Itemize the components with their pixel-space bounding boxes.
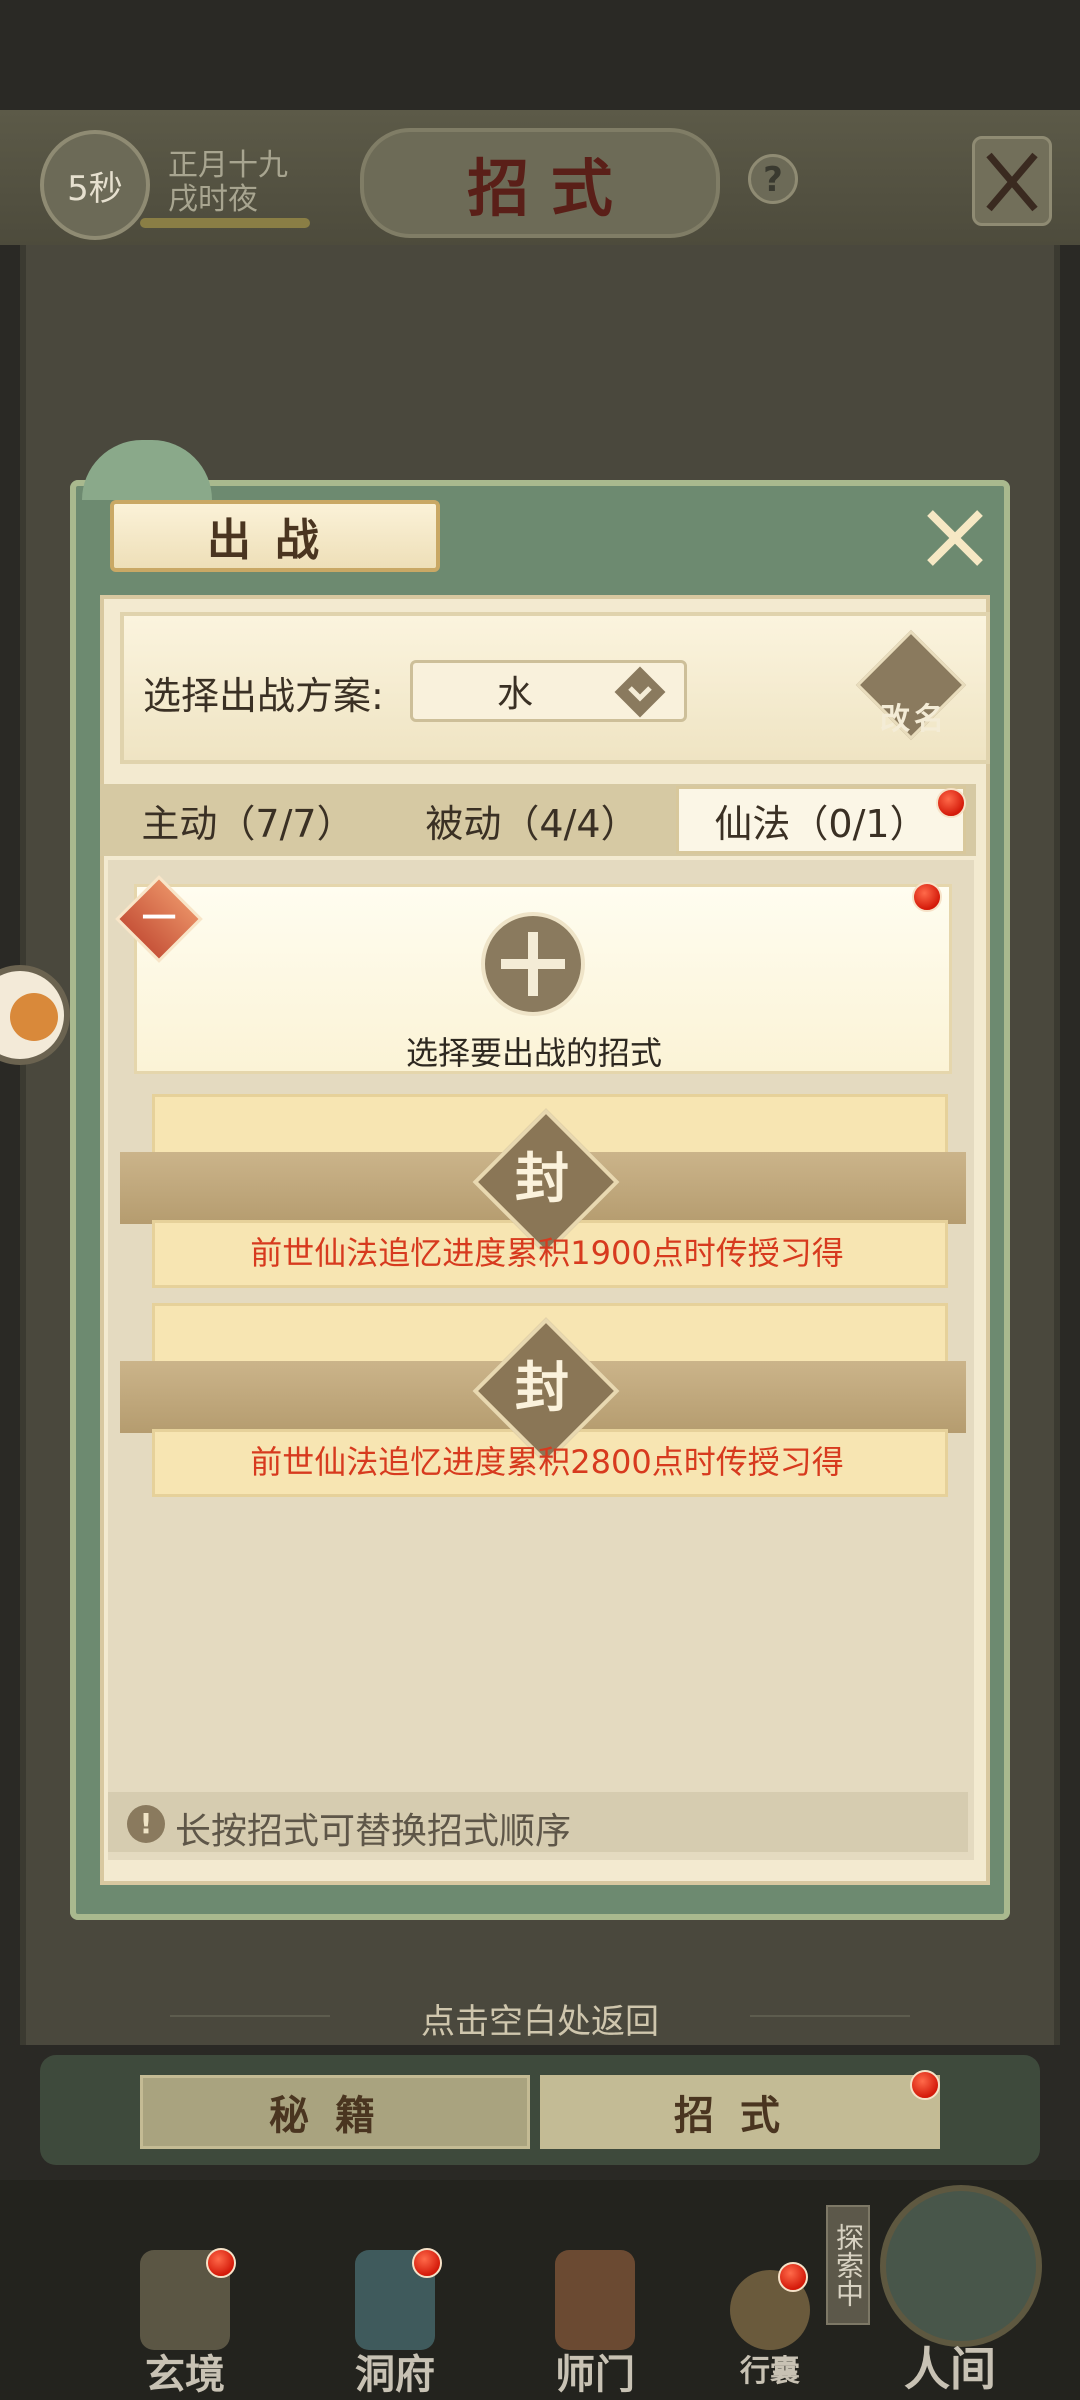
tab-immortal-arts-label: 仙法（0/1）	[714, 801, 928, 846]
date-line-2: 戌时夜	[168, 182, 258, 217]
slot-number: 一	[142, 899, 176, 939]
nav-label: 师门	[555, 2351, 635, 2398]
timer-circle: 5秒	[40, 130, 150, 240]
tab-passive-skills-label: 被动（4/4）	[425, 801, 639, 846]
notification-dot	[910, 2070, 940, 2100]
help-icon[interactable]: ?	[748, 154, 798, 204]
tab-passive-skills[interactable]: 被动（4/4）	[392, 786, 672, 854]
unlock-condition: 前世仙法追忆进度累积1900点时传授习得	[250, 1234, 844, 1272]
nav-item-dongfu[interactable]: 洞府	[320, 2230, 470, 2400]
rename-label-1: 改	[880, 702, 910, 737]
tab-active-skills[interactable]: 主动（7/7）	[108, 786, 388, 854]
slot-prompt: 选择要出战的招式	[405, 1034, 662, 1072]
plan-value: 水	[496, 674, 533, 715]
nav-item-xuanjing[interactable]: 玄境	[110, 2230, 260, 2400]
scroll-icon	[855, 629, 967, 741]
chevron-down-icon	[612, 664, 668, 720]
return-hint[interactable]: 点击空白处返回	[340, 1994, 740, 2043]
page-title-plate: 招 式	[360, 128, 720, 238]
rename-button[interactable]: 改 名	[855, 629, 967, 741]
add-skill-icon[interactable]	[481, 912, 585, 1016]
rename-label-2: 名	[914, 702, 944, 737]
timer-text: 5秒	[67, 168, 123, 209]
paw-icon	[10, 993, 58, 1041]
hint-text: 长按招式可替换招式顺序	[175, 1811, 572, 1852]
tab-active-skills-label: 主动（7/7）	[141, 801, 355, 846]
notification-dot	[912, 882, 942, 912]
crossed-swords-icon[interactable]	[972, 136, 1052, 226]
nav-item-shimen[interactable]: 师门	[520, 2230, 670, 2400]
help-icon-glyph: ?	[763, 160, 783, 200]
notification-dot	[778, 2262, 808, 2292]
seal-text: 封	[515, 1355, 569, 1419]
locked-slot-card: 封 前世仙法追忆进度累积1900点时传授习得	[120, 1094, 966, 1288]
tab-manuals[interactable]: 秘籍	[140, 2075, 530, 2149]
plan-label: 选择出战方案:	[143, 674, 384, 718]
tab-moves-label: 招式	[674, 2092, 806, 2139]
world-mountain-icon	[880, 2185, 1042, 2347]
page-title: 招 式	[467, 152, 613, 225]
nav-label: 玄境	[145, 2351, 225, 2398]
tab-moves[interactable]: 招式	[540, 2075, 940, 2149]
banner-icon	[555, 2250, 635, 2350]
nav-label: 洞府	[355, 2351, 435, 2398]
close-icon[interactable]	[922, 505, 988, 571]
unlock-condition: 前世仙法追忆进度累积2800点时传授习得	[250, 1443, 844, 1481]
nav-label: 行囊	[740, 2354, 800, 2389]
nav-item-xingnang[interactable]: 行囊	[705, 2250, 835, 2400]
info-icon: !	[127, 1805, 165, 1843]
nav-label: 人间	[904, 2342, 996, 2396]
return-divider-left	[170, 2015, 330, 2017]
modal-title: 出战	[110, 500, 440, 572]
tab-immortal-arts[interactable]: 仙法（0/1）	[676, 786, 966, 854]
tab-manuals-label: 秘籍	[269, 2092, 401, 2139]
notification-dot	[936, 788, 966, 818]
nav-item-renjian[interactable]: 人间	[850, 2165, 1050, 2400]
seal-text: 封	[515, 1146, 569, 1210]
time-progress-bar	[140, 218, 310, 228]
return-divider-right	[750, 2015, 910, 2017]
notification-dot	[206, 2248, 236, 2278]
locked-slot-card: 封 前世仙法追忆进度累积2800点时传授习得	[120, 1303, 966, 1497]
notification-dot	[412, 2248, 442, 2278]
